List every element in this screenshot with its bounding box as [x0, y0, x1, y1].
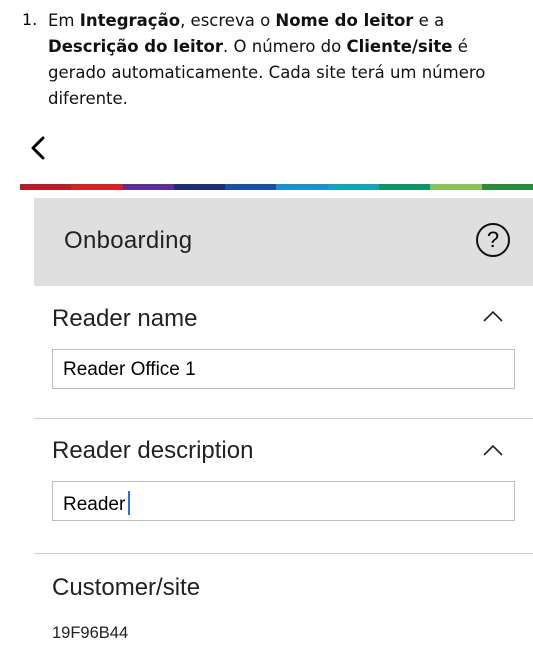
- step-number: 1.: [22, 10, 38, 29]
- reader-description-label: Reader description: [52, 437, 254, 464]
- text-cursor: [128, 491, 131, 515]
- chevron-up-icon: [483, 310, 503, 322]
- customer-site-value: 19F96B44: [52, 624, 129, 642]
- collapse-reader-description-button[interactable]: [482, 442, 504, 456]
- collapse-reader-name-button[interactable]: [482, 308, 504, 322]
- brand-color-bar: [20, 184, 533, 190]
- brand-color-segment: [71, 184, 123, 190]
- instruction-part: , escreva o: [180, 11, 276, 30]
- reader-description-field[interactable]: Reader: [52, 481, 515, 521]
- brand-color-segment: [122, 184, 174, 190]
- help-button[interactable]: ?: [476, 223, 510, 257]
- reader-name-value: Reader Office 1: [63, 359, 196, 380]
- instruction-part-bold: Nome do leitor: [275, 11, 414, 30]
- instruction-text: Em Integração, escreva o Nome do leitor …: [48, 8, 528, 112]
- divider: [34, 553, 533, 554]
- divider: [34, 418, 533, 419]
- help-icon: ?: [486, 227, 500, 252]
- chevron-left-icon: [31, 136, 45, 160]
- page-title: Onboarding: [64, 227, 193, 254]
- chevron-up-icon: [483, 444, 503, 456]
- reader-description-value: Reader: [63, 494, 126, 515]
- onboarding-header: Onboarding ?: [34, 198, 533, 286]
- brand-color-segment: [173, 184, 226, 190]
- instruction-part: e a: [413, 11, 445, 30]
- customer-site-label: Customer/site: [52, 574, 201, 601]
- instruction-part: Em: [48, 11, 80, 30]
- reader-name-field[interactable]: Reader Office 1: [52, 349, 515, 389]
- back-button[interactable]: [28, 136, 50, 160]
- brand-color-segment: [276, 184, 328, 190]
- instruction-part-bold: Integração: [79, 11, 181, 30]
- brand-color-segment: [327, 184, 380, 190]
- reader-description-value-wrap: Reader: [63, 491, 131, 516]
- instruction-part-bold: Cliente/site: [346, 37, 453, 56]
- brand-color-segment: [20, 184, 72, 190]
- brand-color-segment: [481, 184, 533, 190]
- brand-color-segment: [379, 184, 431, 190]
- brand-color-segment: [430, 184, 482, 190]
- reader-name-label: Reader name: [52, 305, 198, 332]
- instruction-part: . O número do: [223, 37, 347, 56]
- instruction-part-bold: Descrição do leitor: [48, 37, 224, 56]
- brand-color-segment: [225, 184, 277, 190]
